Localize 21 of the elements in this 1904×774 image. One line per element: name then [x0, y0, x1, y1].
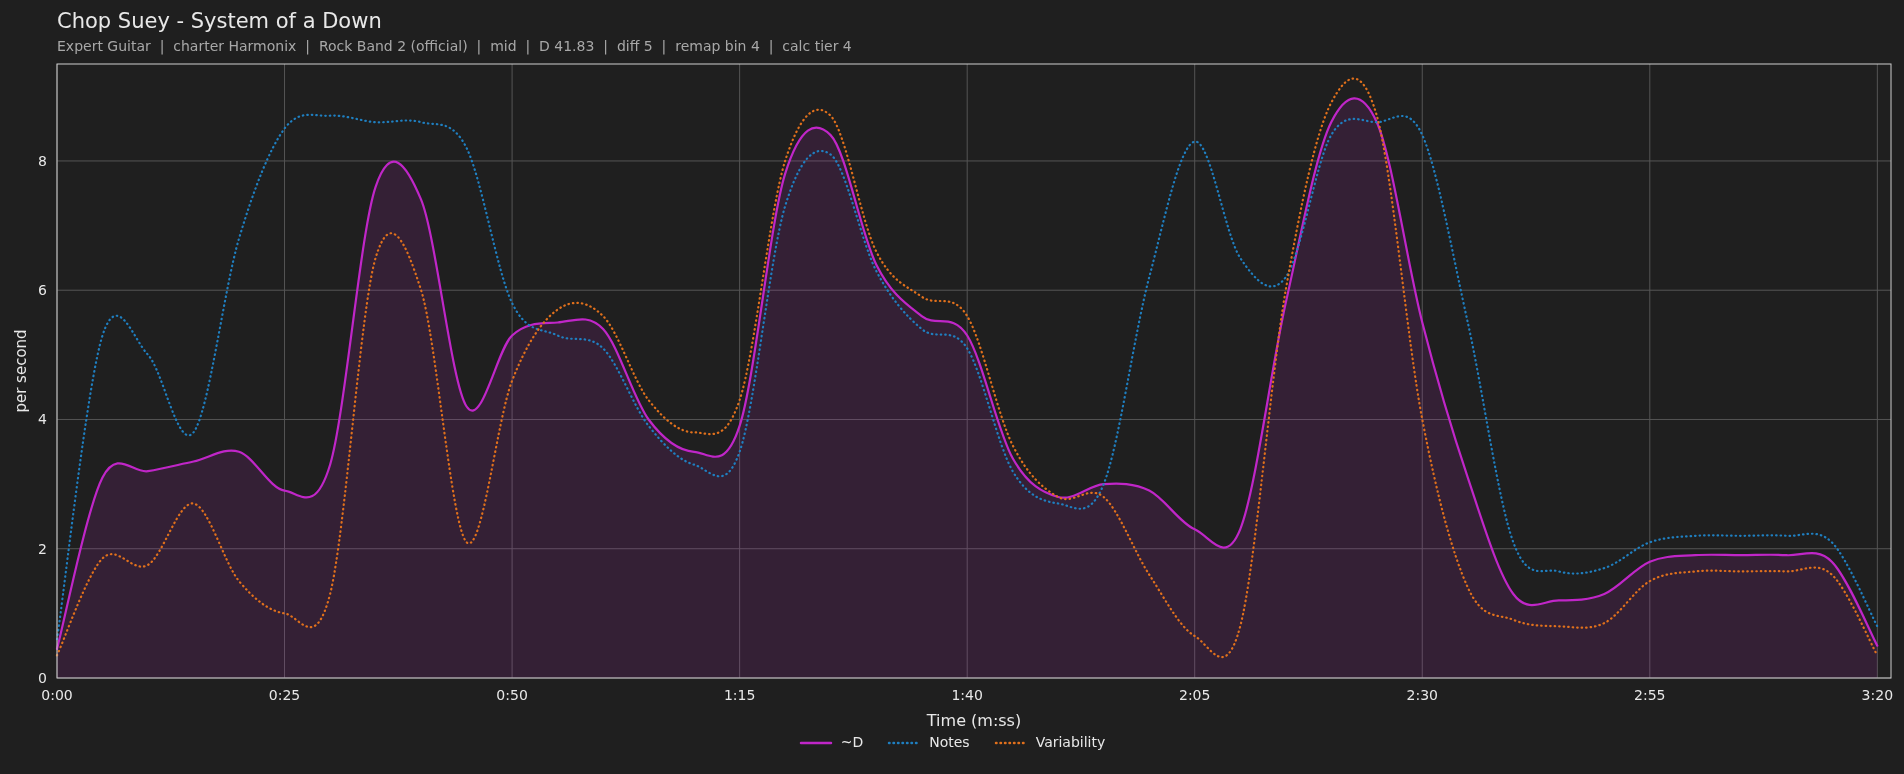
legend-label: Notes	[929, 733, 970, 752]
x-axis-label: Time (m:ss)	[926, 711, 1022, 730]
legend-label: ~D	[840, 733, 864, 752]
y-tick-label: 4	[38, 411, 47, 428]
x-tick-label: 2:30	[1406, 687, 1438, 703]
x-tick-label: 0:25	[268, 687, 301, 703]
y-tick-label: 0	[38, 670, 47, 686]
y-axis-label: per second	[12, 329, 30, 413]
x-tick-label: 3:20	[1861, 687, 1894, 703]
legend-label: Variability	[1035, 733, 1106, 752]
x-tick-label: 0:00	[41, 687, 73, 703]
y-tick-label: 8	[38, 152, 47, 169]
x-tick-label: 1:40	[951, 687, 983, 703]
chart-subtitle: Expert Guitar | charter Harmonix | Rock Band 2 (official) | mid | D 41.83 | diff 5 | remap bin 4 | calc tier 4	[57, 37, 852, 56]
x-tick-label: 0:50	[496, 687, 528, 703]
x-tick-label: 2:05	[1179, 687, 1211, 703]
y-tick-label: 6	[38, 282, 47, 299]
x-tick-label: 2:55	[1634, 687, 1666, 703]
chart-title: Chop Suey - System of a Down	[57, 8, 382, 35]
y-tick-label: 2	[38, 540, 47, 557]
x-tick-label: 1:15	[723, 687, 756, 703]
